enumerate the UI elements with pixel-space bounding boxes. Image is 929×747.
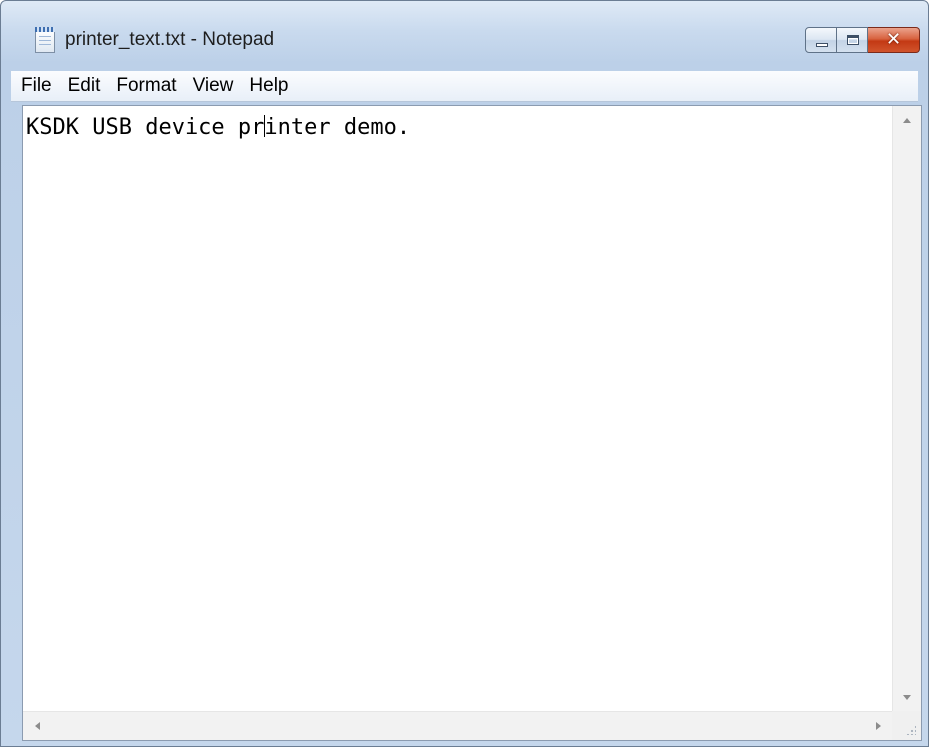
maximize-button[interactable] xyxy=(837,27,868,53)
scroll-right-button[interactable] xyxy=(864,712,893,741)
scroll-down-arrow-icon xyxy=(903,695,911,700)
menu-help[interactable]: Help xyxy=(241,73,296,99)
minimize-icon xyxy=(816,43,828,47)
title-bar[interactable]: printer_text.txt - Notepad ✕ xyxy=(1,1,928,63)
menu-bar: File Edit Format View Help xyxy=(11,71,918,102)
maximize-icon xyxy=(847,35,859,45)
vertical-scrollbar[interactable] xyxy=(892,106,921,712)
caption-buttons: ✕ xyxy=(805,27,920,53)
scroll-up-button[interactable] xyxy=(893,106,922,135)
editor-text-after-caret: inter demo. xyxy=(264,115,411,140)
size-grip-icon[interactable] xyxy=(892,711,921,740)
menu-edit[interactable]: Edit xyxy=(60,73,109,99)
text-editor[interactable]: KSDK USB device printer demo. xyxy=(23,106,893,712)
editor-area: KSDK USB device printer demo. xyxy=(22,105,922,741)
menu-format[interactable]: Format xyxy=(108,73,184,99)
scroll-left-arrow-icon xyxy=(35,722,40,730)
window-title: printer_text.txt - Notepad xyxy=(65,29,275,50)
scroll-right-arrow-icon xyxy=(876,722,881,730)
scroll-down-button[interactable] xyxy=(893,683,922,712)
menu-file[interactable]: File xyxy=(13,73,60,99)
minimize-button[interactable] xyxy=(805,27,837,53)
close-icon: ✕ xyxy=(885,29,902,50)
menu-view[interactable]: View xyxy=(185,73,242,99)
notepad-icon[interactable] xyxy=(35,27,55,53)
notepad-window: printer_text.txt - Notepad ✕ File Edit F… xyxy=(0,0,929,747)
editor-text-before-caret: KSDK USB device pr xyxy=(26,115,265,140)
scroll-up-arrow-icon xyxy=(903,118,911,123)
close-button[interactable]: ✕ xyxy=(868,27,920,53)
horizontal-scrollbar[interactable] xyxy=(23,711,893,740)
scroll-left-button[interactable] xyxy=(23,712,52,741)
